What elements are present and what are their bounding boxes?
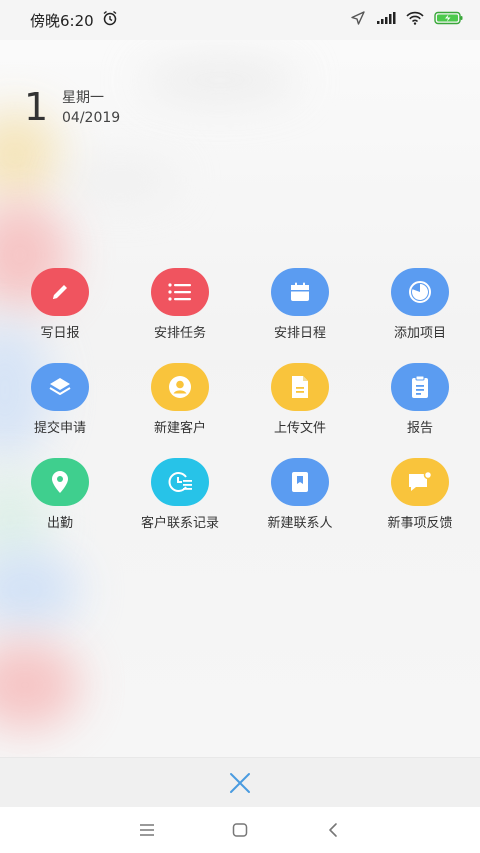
action-label: 客户联系记录 — [140, 516, 219, 531]
contact-book-icon — [271, 458, 329, 506]
action-label: 报告 — [406, 421, 433, 436]
action-label: 安排任务 — [153, 326, 206, 341]
action-label: 新建客户 — [153, 421, 206, 436]
action-write-daily-report[interactable]: 写日报 — [0, 268, 120, 363]
back-button[interactable] — [313, 810, 353, 850]
location-pin-icon — [31, 458, 89, 506]
date-display: 1 星期一 04/2019 — [24, 86, 120, 128]
system-nav-bar — [0, 807, 480, 853]
action-label: 提交申请 — [33, 421, 86, 436]
action-add-project[interactable]: 添加项目 — [360, 268, 480, 363]
clock-list-icon — [151, 458, 209, 506]
battery-charging-icon — [434, 11, 464, 29]
layers-icon — [31, 363, 89, 411]
close-button[interactable] — [218, 761, 262, 805]
day-number: 1 — [24, 85, 49, 129]
action-assign-task[interactable]: 安排任务 — [120, 268, 240, 363]
alarm-icon — [102, 10, 118, 30]
action-customer-contact-log[interactable]: 客户联系记录 — [120, 458, 240, 553]
action-label: 安排日程 — [273, 326, 326, 341]
location-icon — [350, 10, 366, 30]
home-icon — [232, 823, 248, 837]
menu-icon — [139, 824, 154, 836]
user-icon — [151, 363, 209, 411]
action-schedule[interactable]: 安排日程 — [240, 268, 360, 363]
action-submit-application[interactable]: 提交申请 — [0, 363, 120, 458]
action-label: 添加项目 — [393, 326, 446, 341]
signal-icon — [376, 11, 396, 29]
pie-chart-icon — [391, 268, 449, 316]
close-icon — [230, 773, 250, 793]
action-new-contact[interactable]: 新建联系人 — [240, 458, 360, 553]
month-year-label: 04/2019 — [62, 110, 121, 126]
feedback-icon — [391, 458, 449, 506]
action-report[interactable]: 报告 — [360, 363, 480, 458]
date-details: 星期一 04/2019 — [62, 86, 120, 128]
document-icon — [271, 363, 329, 411]
list-icon — [151, 268, 209, 316]
status-bar: 傍晚6:20 — [0, 0, 480, 40]
action-attendance[interactable]: 出勤 — [0, 458, 120, 553]
back-icon — [329, 823, 338, 837]
status-time: 傍晚6:20 — [30, 11, 94, 30]
action-new-feedback[interactable]: 新事项反馈 — [360, 458, 480, 553]
action-label: 新建联系人 — [267, 516, 333, 531]
action-label: 写日报 — [40, 326, 80, 341]
close-bar — [0, 757, 480, 808]
menu-button[interactable] — [127, 810, 167, 850]
action-label: 出勤 — [46, 516, 73, 531]
home-button[interactable] — [220, 810, 260, 850]
action-label: 新事项反馈 — [387, 516, 453, 531]
action-upload-file[interactable]: 上传文件 — [240, 363, 360, 458]
quick-actions-grid: 写日报 安排任务 安排日程 添加项目 提交申请 新建客户 上传文件 报告 出勤 … — [0, 268, 480, 553]
action-label: 上传文件 — [273, 421, 326, 436]
action-new-customer[interactable]: 新建客户 — [120, 363, 240, 458]
clipboard-icon — [391, 363, 449, 411]
weekday-label: 星期一 — [62, 90, 104, 106]
calendar-icon — [271, 268, 329, 316]
pencil-icon — [31, 268, 89, 316]
wifi-icon — [406, 11, 424, 29]
